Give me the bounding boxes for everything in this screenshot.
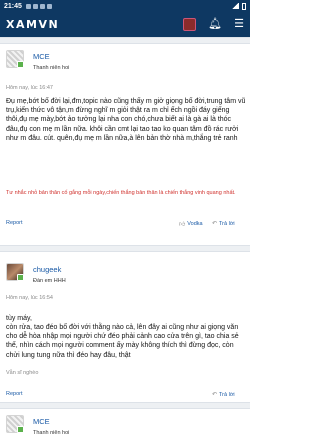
status-bar: 21:45	[0, 0, 250, 12]
like-button[interactable]: 👍︎ Vodka	[179, 220, 203, 228]
post: MCE Thanh niên hoi Hôm nay, lúc 16:47 Đụ…	[0, 44, 250, 245]
online-status-icon	[17, 426, 24, 433]
like-icon: 👍︎	[179, 222, 186, 228]
report-link[interactable]: Report	[6, 220, 23, 226]
online-status-icon	[17, 61, 24, 68]
user-title: Thanh niên hoi	[33, 430, 70, 436]
report-label: Report	[6, 220, 23, 226]
battery-icon	[242, 2, 246, 10]
username[interactable]: chugeek	[33, 265, 61, 274]
post-timestamp[interactable]: Hôm nay, lúc 16:54	[6, 295, 53, 301]
user-title: Thanh niên hoi	[33, 65, 70, 71]
post: MCE Thanh niên hoi	[0, 409, 250, 445]
post-content: còn rửa, tao đéo bố đời với thằng nào cả…	[6, 324, 239, 359]
reply-icon: ↶	[212, 221, 218, 227]
user-signature: Vẫn sĩ nghèo	[6, 370, 39, 376]
site-logo[interactable]: XAMVN	[6, 18, 59, 31]
post-notice: Tư nhắc nhỏ bản thân cố gắng mỗi ngày,ch…	[6, 190, 236, 196]
reply-label: Trả lời	[219, 220, 235, 227]
reply-label: Trả lời	[219, 391, 235, 398]
post-divider	[0, 245, 250, 252]
username[interactable]: MCE	[33, 417, 50, 426]
user-title: Đàn em HHH	[33, 278, 66, 284]
hamburger-icon[interactable]: ☰	[234, 19, 244, 30]
notification-icons	[25, 3, 52, 9]
reply-button[interactable]: ↶ Trả lời	[212, 220, 235, 228]
post-divider	[0, 37, 250, 44]
report-link[interactable]: Report	[6, 391, 23, 397]
user-avatar[interactable]	[183, 18, 197, 31]
bell-icon[interactable]: 🔔︎	[208, 19, 222, 30]
online-status-icon	[17, 274, 24, 281]
signal-icon	[232, 3, 239, 9]
like-label: Vodka	[187, 221, 203, 227]
app-header: XAMVN 🔔︎ ☰	[0, 12, 250, 37]
status-time: 21:45	[4, 2, 22, 10]
report-label: Report	[6, 391, 23, 397]
post-content: Đụ mẹ,bớt bố đời lại,đm,topic nào cũng t…	[6, 98, 246, 142]
post-content-line: tùy máy,	[6, 315, 32, 322]
post: chugeek Đàn em HHH Hôm nay, lúc 16:54 tù…	[0, 252, 250, 376]
post-divider	[0, 402, 250, 409]
username[interactable]: MCE	[33, 52, 50, 61]
system-indicators	[232, 2, 246, 10]
reply-icon: ↶	[212, 392, 218, 398]
post-timestamp[interactable]: Hôm nay, lúc 16:47	[6, 85, 53, 91]
reply-button[interactable]: ↶ Trả lời	[212, 391, 235, 399]
